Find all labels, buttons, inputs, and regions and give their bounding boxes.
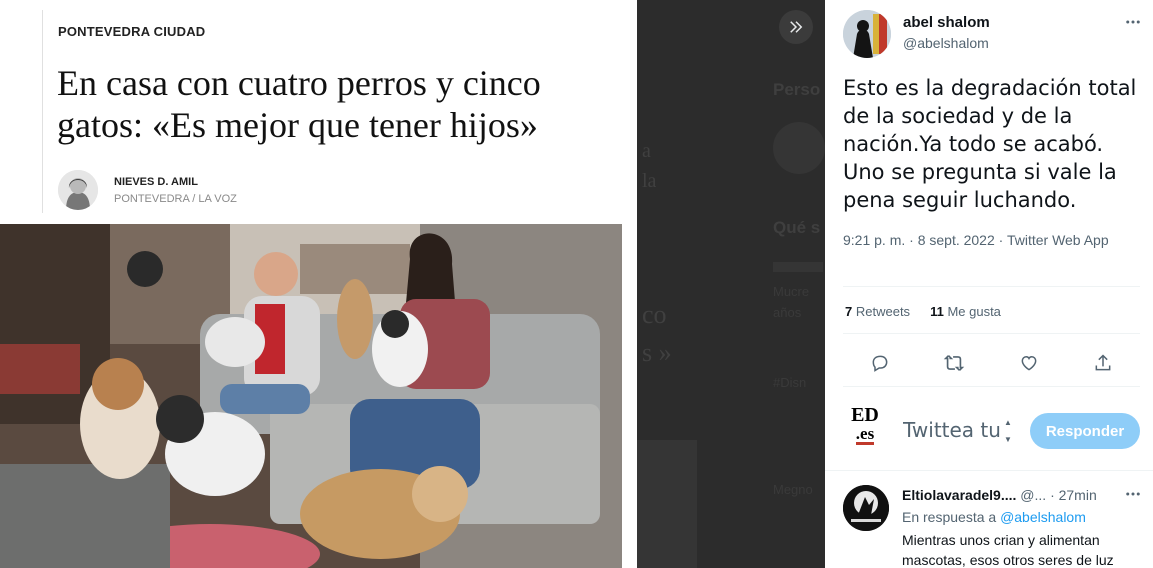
commenter-avatar[interactable] xyxy=(843,485,889,531)
logo-text-top: ED xyxy=(851,404,879,426)
tweet-text: Esto es la degradación total de la socie… xyxy=(843,76,1137,212)
likes-label: Me gusta xyxy=(947,304,1001,319)
share-button[interactable] xyxy=(1086,346,1120,380)
composer-avatar: ED .es xyxy=(845,405,885,445)
tweet-stats: 7 Retweets 11 Me gusta xyxy=(845,304,1001,319)
article-section: PONTEVEDRA CIUDAD xyxy=(58,24,206,39)
divider xyxy=(843,333,1140,334)
comment-more-button[interactable] xyxy=(1121,484,1145,504)
like-button[interactable] xyxy=(1012,346,1046,380)
tweet-timestamp[interactable]: 9:21 p. m. · 8 sept. 2022 · Twitter Web … xyxy=(843,230,1123,250)
expand-panel-button[interactable] xyxy=(779,10,813,44)
ghost-avatar xyxy=(773,122,825,174)
replying-prefix: En respuesta a xyxy=(902,509,997,525)
logo-text-bottom: .es xyxy=(855,424,875,445)
dimmed-background: Perso a la Qué s Mucre años co s » #Disn… xyxy=(637,0,825,568)
commenter-handle[interactable]: @... xyxy=(1020,487,1046,503)
ghost-article-a: a xyxy=(642,140,651,162)
replying-to-link[interactable]: @abelshalom xyxy=(1000,509,1086,525)
article-screenshot: PONTEVEDRA CIUDAD En casa con cuatro per… xyxy=(0,0,637,568)
comment-header: Eltiolavaradel9.... @... · 27min xyxy=(902,487,1097,503)
heart-icon xyxy=(1021,355,1037,371)
retweets-stat[interactable]: 7 Retweets xyxy=(845,304,910,319)
share-icon xyxy=(1095,354,1111,371)
comment-text: Mientras unos crian y alimentan mascotas… xyxy=(902,532,1114,568)
divider xyxy=(825,470,1153,471)
replying-to: En respuesta a @abelshalom xyxy=(902,509,1086,525)
retweet-icon xyxy=(944,355,965,371)
more-dots-icon xyxy=(1126,492,1140,496)
ghost-label-5: #Disn xyxy=(773,375,807,390)
likes-stat[interactable]: 11 Me gusta xyxy=(930,304,1001,319)
article-headline: En casa con cuatro perros y cinco gatos:… xyxy=(57,63,541,145)
article-photo xyxy=(0,224,622,568)
retweets-label: Retweets xyxy=(855,304,911,319)
stepper-up-icon[interactable]: ▲ xyxy=(1004,418,1012,427)
more-options-button[interactable] xyxy=(1121,10,1145,34)
display-name[interactable]: abel shalom xyxy=(903,14,990,31)
retweets-count: 7 xyxy=(845,304,853,319)
ghost-bar xyxy=(773,262,823,272)
ghost-article-la: la xyxy=(642,170,657,192)
ghost-block xyxy=(637,440,697,568)
tweet-actions xyxy=(843,346,1140,380)
likes-count: 11 xyxy=(930,304,944,319)
divider xyxy=(843,286,1140,287)
user-handle[interactable]: @abelshalom xyxy=(903,35,989,51)
ghost-label-3: Mucre xyxy=(773,284,810,299)
ghost-serif-2: s » xyxy=(642,338,672,367)
article-rule xyxy=(42,10,43,213)
author-name: NIEVES D. AMIL xyxy=(114,176,198,188)
author-avatar[interactable] xyxy=(843,10,891,58)
double-chevron-icon xyxy=(790,21,803,33)
retweet-button[interactable] xyxy=(937,346,971,380)
tweet-panel: abel shalom @abelshalom Esto es la degra… xyxy=(825,0,1153,568)
ghost-label-1: Perso xyxy=(773,80,821,99)
ghost-serif-1: co xyxy=(642,300,667,329)
ghost-label-2: Qué s xyxy=(773,218,821,237)
input-stepper[interactable]: ▲ ▼ xyxy=(1001,418,1015,444)
author-publication: PONTEVEDRA / LA VOZ xyxy=(114,193,237,205)
ghost-label-4: años xyxy=(773,305,802,320)
more-dots-icon xyxy=(1126,20,1140,24)
reply-button[interactable] xyxy=(863,346,897,380)
commenter-name[interactable]: Eltiolavaradel9.... xyxy=(902,487,1016,503)
reply-submit-button[interactable]: Responder xyxy=(1030,413,1140,449)
reply-icon xyxy=(872,355,888,372)
stepper-down-icon[interactable]: ▼ xyxy=(1004,435,1012,444)
comment-time[interactable]: · 27min xyxy=(1050,487,1097,503)
divider xyxy=(843,386,1140,387)
ghost-label-6: Megno xyxy=(773,482,813,497)
author-avatar xyxy=(58,170,98,210)
